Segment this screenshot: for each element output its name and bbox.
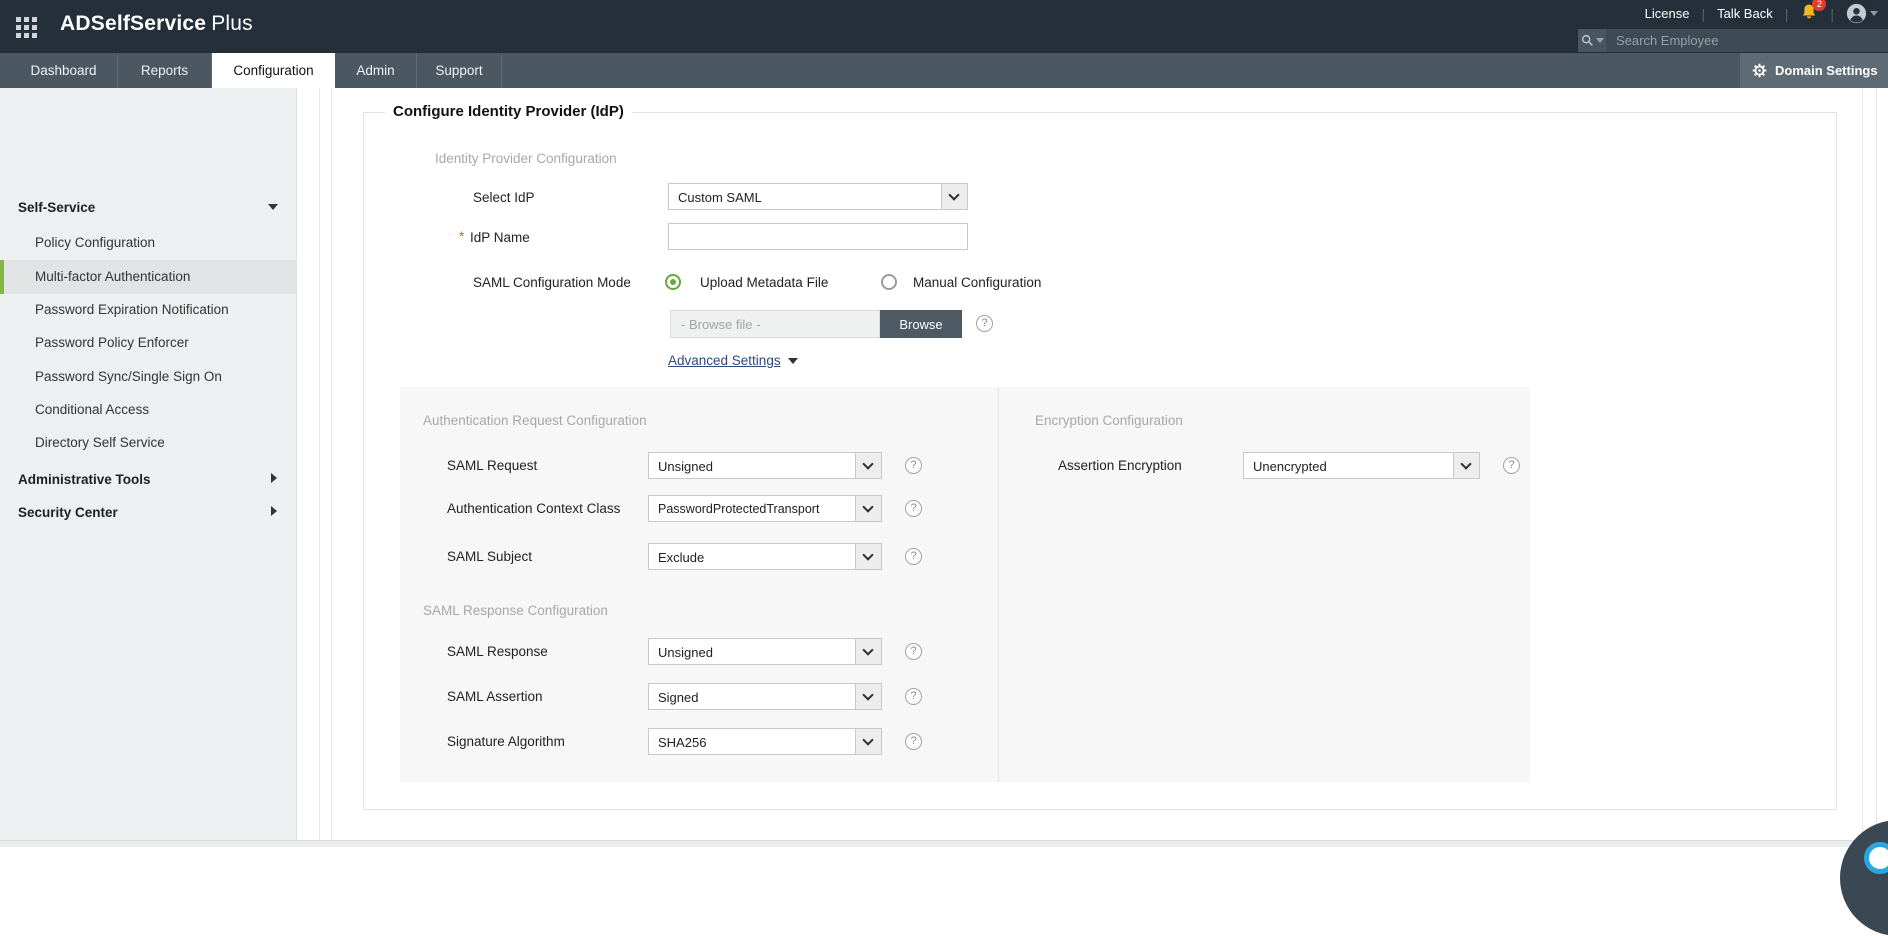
sidebar-item-directory-self-service[interactable]: Directory Self Service [35, 435, 165, 450]
saml-request-label: SAML Request [447, 458, 537, 473]
authentication-context-class-label: Authentication Context Class [447, 501, 620, 516]
help-icon[interactable] [905, 548, 922, 565]
sidebar-section-security-center[interactable]: Security Center [18, 505, 118, 520]
tab-reports[interactable]: Reports [118, 53, 212, 88]
saml-request-dropdown[interactable]: Unsigned [648, 452, 882, 479]
help-icon[interactable] [905, 733, 922, 750]
sidebar-item-password-expiration-notification[interactable]: Password Expiration Notification [35, 302, 229, 317]
signature-algorithm-label: Signature Algorithm [447, 734, 565, 749]
chat-widget[interactable] [1840, 820, 1888, 936]
column-divider [998, 387, 999, 782]
scrollbar-track[interactable] [1876, 88, 1877, 840]
employee-search [1578, 29, 1888, 52]
signature-algorithm-dropdown[interactable]: SHA256 [648, 728, 882, 755]
divider: | [1701, 6, 1705, 22]
section-title-identity-provider-configuration: Identity Provider Configuration [435, 151, 617, 166]
chevron-right-icon [271, 473, 277, 483]
panel-splitter[interactable] [319, 88, 320, 840]
chevron-down-icon [855, 453, 881, 478]
tab-support[interactable]: Support [417, 53, 502, 88]
radio-manual-configuration[interactable] [881, 274, 897, 290]
tab-configuration[interactable]: Configuration [212, 53, 335, 88]
saml-response-label: SAML Response [447, 644, 548, 659]
help-icon[interactable] [1503, 457, 1520, 474]
main-nav-bar: Dashboard Reports Configuration Admin Su… [0, 53, 1888, 88]
sidebar: Self-Service Policy Configuration Multi-… [0, 88, 297, 840]
page-title: Configure Identity Provider (IdP) [385, 103, 632, 120]
sidebar-item-policy-configuration[interactable]: Policy Configuration [35, 235, 155, 250]
chevron-down-icon [1596, 38, 1604, 43]
saml-assertion-dropdown[interactable]: Signed [648, 683, 882, 710]
section-title-authentication-request-configuration: Authentication Request Configuration [423, 413, 647, 428]
sidebar-section-administrative-tools[interactable]: Administrative Tools [18, 472, 151, 487]
idp-name-label: IdP Name [470, 230, 530, 245]
help-icon[interactable] [905, 457, 922, 474]
help-icon[interactable] [905, 500, 922, 517]
assertion-encryption-label: Assertion Encryption [1058, 458, 1182, 473]
advanced-settings-link[interactable]: Advanced Settings [668, 353, 781, 368]
radio-upload-metadata-file-label: Upload Metadata File [700, 275, 828, 290]
required-marker: * [459, 229, 464, 244]
domain-settings-button[interactable]: Domain Settings [1740, 53, 1888, 88]
select-idp-label: Select IdP [473, 190, 535, 205]
browse-button[interactable]: Browse [880, 310, 962, 338]
content-edge-line [1862, 88, 1863, 840]
chevron-down-icon [855, 544, 881, 569]
brand-logo: ADSelfServicePlus [60, 12, 253, 36]
chevron-right-icon [271, 506, 277, 516]
divider: | [1785, 6, 1789, 22]
select-idp-dropdown[interactable]: Custom SAML [668, 183, 968, 210]
chevron-down-icon [1870, 11, 1878, 16]
saml-response-dropdown[interactable]: Unsigned [648, 638, 882, 665]
help-icon[interactable] [976, 315, 993, 332]
talkback-link[interactable]: Talk Back [1717, 6, 1773, 21]
chevron-down-icon [268, 204, 278, 210]
chevron-down-icon [855, 684, 881, 709]
saml-configuration-mode-label: SAML Configuration Mode [473, 275, 631, 290]
chevron-down-icon [1453, 453, 1479, 478]
saml-subject-label: SAML Subject [447, 549, 532, 564]
gear-icon [1752, 63, 1767, 78]
license-link[interactable]: License [1645, 6, 1690, 21]
chevron-down-icon [941, 184, 967, 209]
sidebar-item-password-sync-single-sign-on[interactable]: Password Sync/Single Sign On [35, 369, 222, 384]
chevron-down-icon [855, 639, 881, 664]
notification-bell-icon[interactable]: 2 [1800, 3, 1818, 24]
tab-admin[interactable]: Admin [335, 53, 417, 88]
section-title-saml-response-configuration: SAML Response Configuration [423, 603, 608, 618]
advanced-settings-panel [400, 387, 1530, 782]
help-icon[interactable] [905, 643, 922, 660]
panel-splitter[interactable] [331, 88, 332, 840]
authentication-context-class-dropdown[interactable]: PasswordProtectedTransport [648, 495, 882, 522]
search-icon[interactable] [1578, 29, 1606, 52]
search-input[interactable] [1606, 29, 1888, 52]
sidebar-section-self-service[interactable]: Self-Service [18, 200, 95, 215]
assertion-encryption-dropdown[interactable]: Unencrypted [1243, 452, 1480, 479]
brand-swoosh-icon [236, 4, 270, 38]
divider: | [1830, 6, 1834, 22]
user-avatar[interactable] [1846, 3, 1878, 24]
chevron-down-icon [855, 729, 881, 754]
sidebar-item-conditional-access[interactable]: Conditional Access [35, 402, 149, 417]
radio-manual-configuration-label: Manual Configuration [913, 275, 1041, 290]
chevron-down-icon [788, 358, 798, 364]
chevron-down-icon [855, 496, 881, 521]
idp-name-input[interactable] [668, 223, 968, 250]
metadata-file-input[interactable] [670, 310, 880, 338]
section-title-encryption-configuration: Encryption Configuration [1035, 413, 1183, 428]
saml-subject-dropdown[interactable]: Exclude [648, 543, 882, 570]
help-icon[interactable] [905, 688, 922, 705]
app-launcher-icon[interactable] [16, 17, 42, 41]
page-bottom-edge [0, 840, 1888, 847]
sidebar-item-multi-factor-authentication[interactable]: Multi-factor Authentication [35, 269, 190, 284]
radio-upload-metadata-file[interactable] [665, 274, 681, 290]
notification-count-badge: 2 [1812, 0, 1826, 11]
top-bar: ADSelfServicePlus License | Talk Back | … [0, 0, 1888, 53]
tab-dashboard[interactable]: Dashboard [10, 53, 118, 88]
saml-assertion-label: SAML Assertion [447, 689, 543, 704]
sidebar-item-password-policy-enforcer[interactable]: Password Policy Enforcer [35, 335, 189, 350]
